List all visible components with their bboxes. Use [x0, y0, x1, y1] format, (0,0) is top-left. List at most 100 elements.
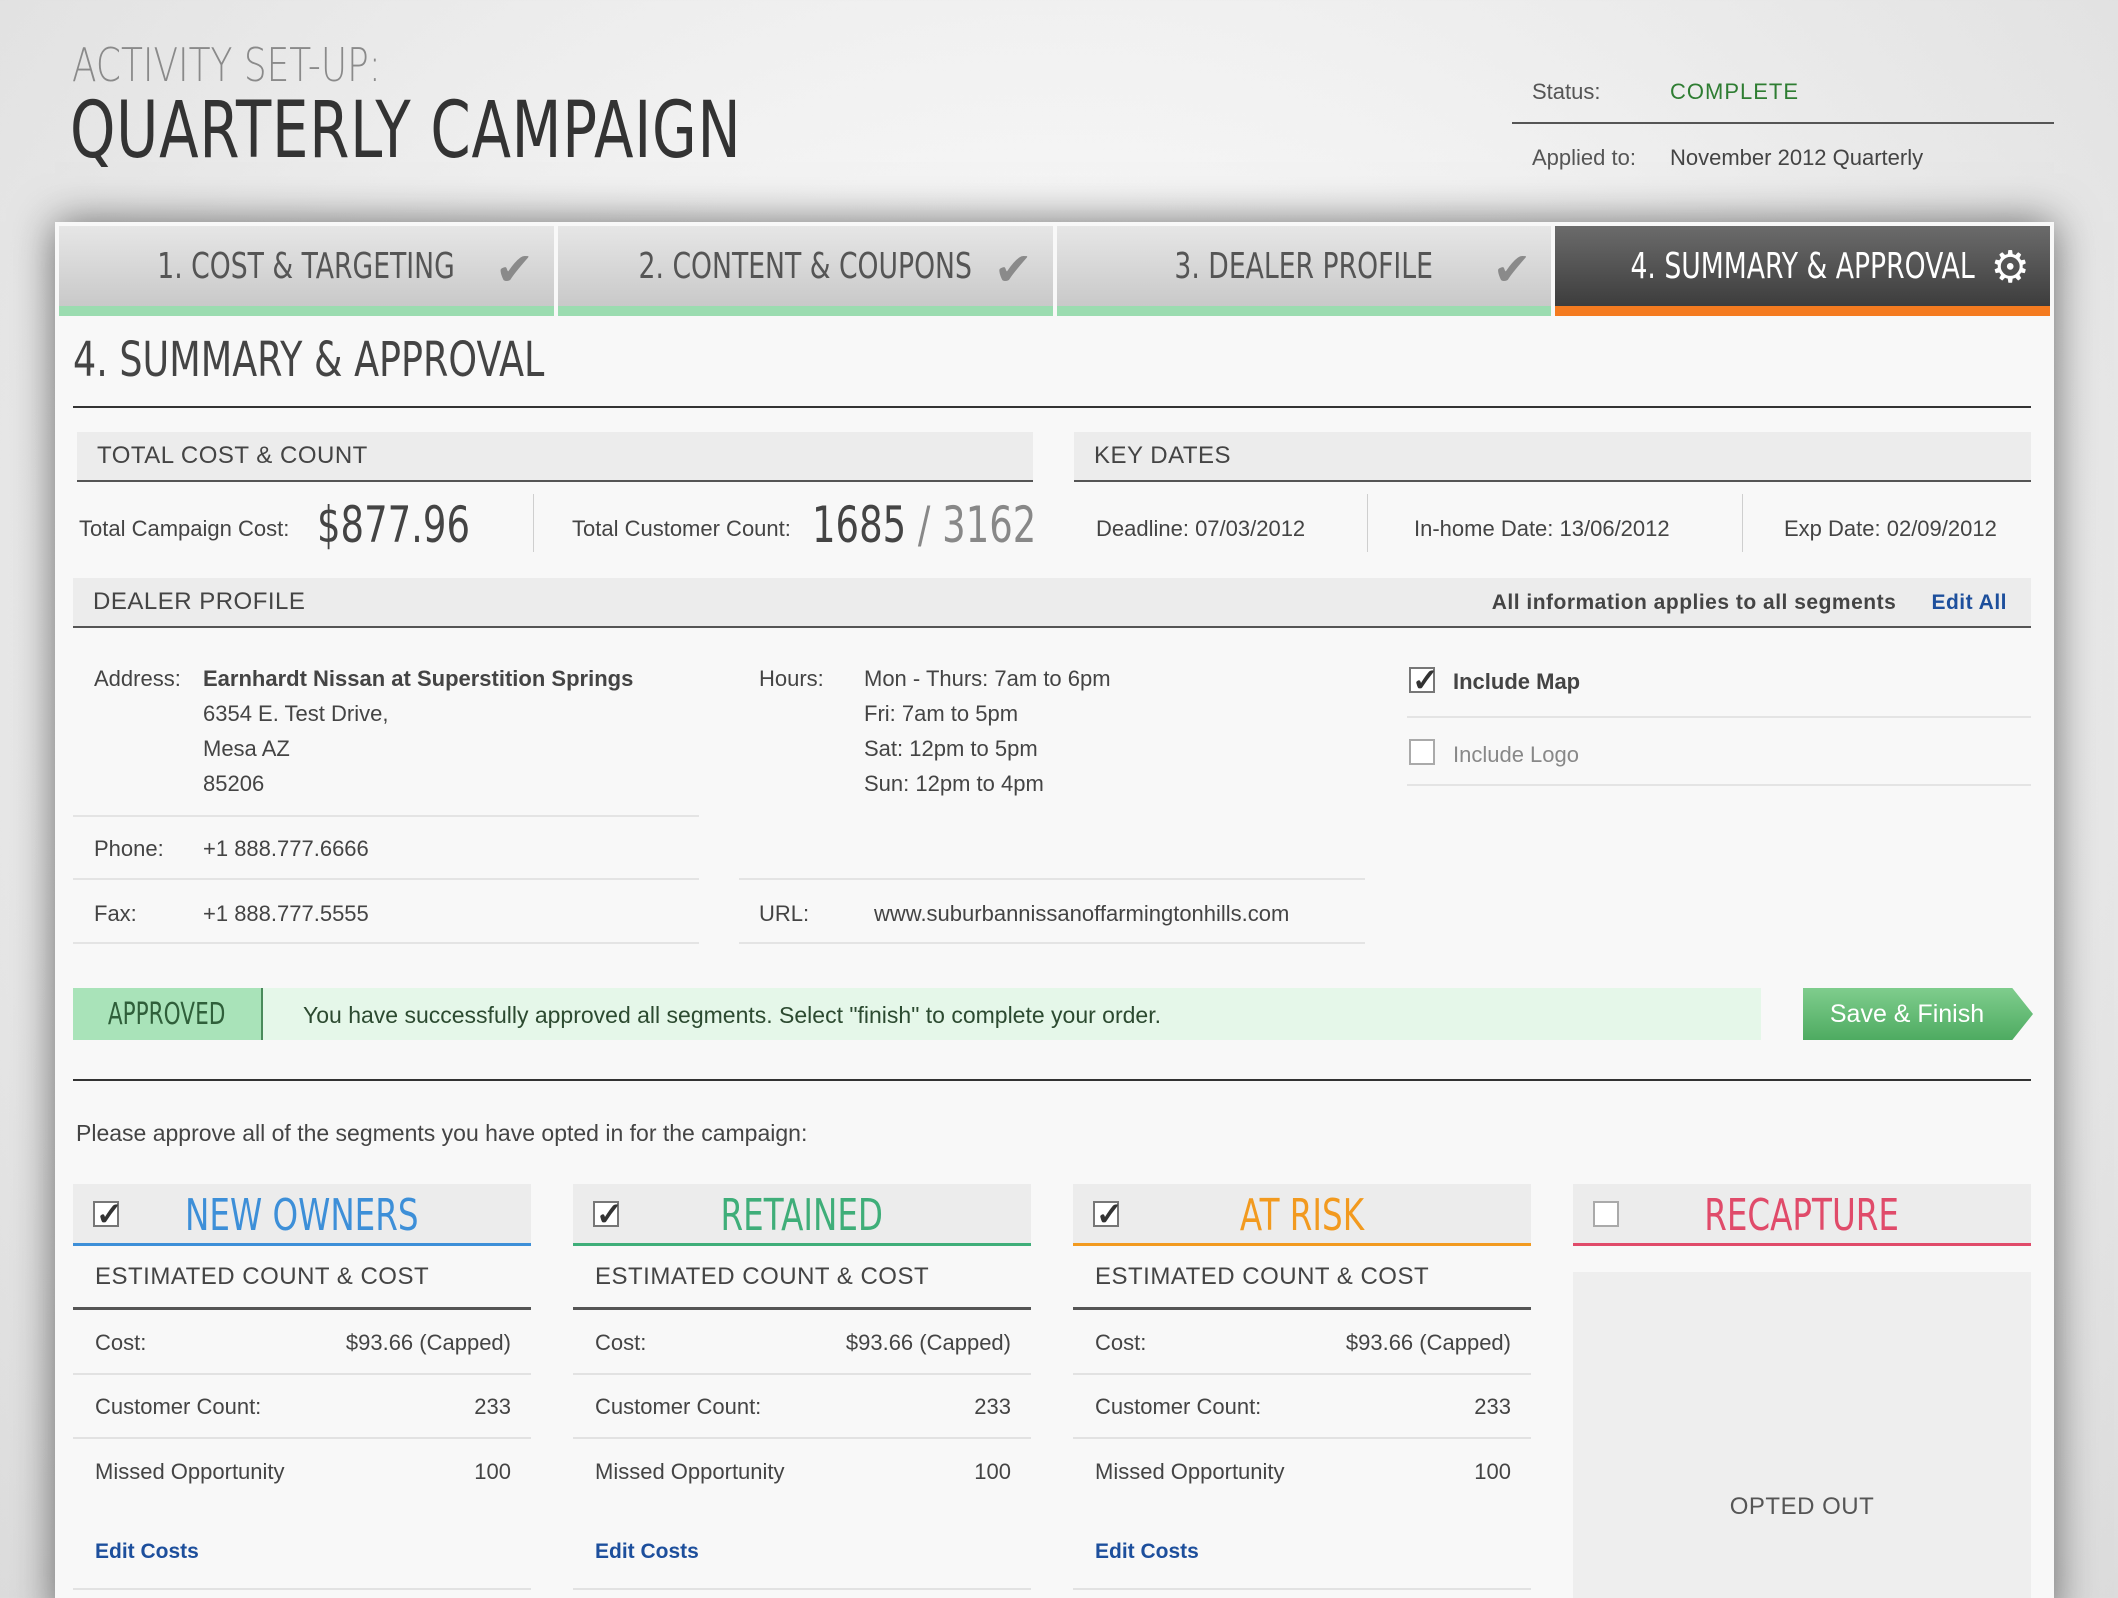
segment-title-text: RECAPTURE	[1704, 1190, 1900, 1241]
include-map-label: Include Map	[1453, 669, 1581, 694]
dealer-profile-actions: All information applies to all segments …	[1492, 588, 2007, 616]
missed-label: Missed Opportunity	[1095, 1459, 1285, 1484]
approved-tag: APPROVED	[73, 988, 263, 1040]
save-finish-button[interactable]: Save & Finish	[1803, 988, 2033, 1040]
status-divider	[1512, 122, 2054, 124]
segment-title-text: NEW OWNERS	[185, 1190, 419, 1241]
fax-value: +1 888.777.5555	[203, 901, 369, 926]
segment-title: NEW OWNERS	[73, 1190, 531, 1241]
tab-dealer-profile[interactable]: 3. DEALER PROFILE ✔	[1056, 226, 1552, 316]
segment-subheading: ESTIMATED COUNT & COST	[73, 1246, 531, 1310]
applied-value: November 2012 Quarterly	[1670, 145, 1924, 170]
date-divider	[1742, 494, 1743, 552]
segment-count-row: Customer Count: 233	[573, 1377, 1031, 1439]
status-label: Status:	[1532, 79, 1601, 104]
count-label: Customer Count:	[595, 1394, 762, 1419]
missed-label: Missed Opportunity	[595, 1459, 785, 1484]
missed-label: Missed Opportunity	[95, 1459, 285, 1484]
segment-bottom-rule	[73, 1588, 531, 1590]
cost-value: $93.66 (Capped)	[1345, 1330, 1511, 1355]
hours-line: Sat: 12pm to 5pm	[864, 736, 1038, 761]
approved-banner: APPROVED You have successfully approved …	[73, 988, 1761, 1040]
tab-summary-approval[interactable]: 4. SUMMARY & APPROVAL ⚙	[1555, 226, 2050, 316]
cost-value: $93.66 (Capped)	[845, 1330, 1011, 1355]
segments-intro: Please approve all of the segments you h…	[76, 1120, 808, 1146]
row-divider	[739, 942, 1365, 944]
missed-value: 100	[1474, 1459, 1511, 1484]
address-line: 6354 E. Test Drive,	[203, 701, 389, 726]
activity-setup-label: ACTIVITY SET-UP:	[72, 38, 381, 92]
campaign-cost-value: $877.96	[317, 496, 471, 554]
key-dates-heading: KEY DATES	[1074, 432, 2031, 482]
tab-label: 3. DEALER PROFILE	[1174, 245, 1434, 287]
url-label: URL:	[759, 901, 810, 926]
customer-count-separator: /	[917, 496, 931, 554]
tab-label: 1. COST & TARGETING	[157, 245, 456, 287]
row-divider	[1407, 716, 2031, 718]
date-divider	[1367, 494, 1368, 552]
tab-content-coupons[interactable]: 2. CONTENT & COUPONS ✔	[557, 226, 1053, 316]
save-finish-label: Save & Finish	[1829, 999, 1985, 1028]
row-divider	[73, 942, 699, 944]
count-label: Customer Count:	[95, 1394, 262, 1419]
key-dates-heading-text: KEY DATES	[1094, 442, 1231, 469]
total-cost-heading-text: TOTAL COST & COUNT	[97, 442, 368, 469]
check-icon: ✔	[993, 243, 1033, 295]
row-divider	[73, 878, 699, 880]
address-line: Mesa AZ	[203, 736, 290, 761]
count-value: 233	[474, 1394, 511, 1419]
address-label: Address:	[94, 666, 181, 691]
segment-count-row: Customer Count: 233	[73, 1377, 531, 1439]
applied-label: Applied to:	[1532, 145, 1636, 170]
segment-new-owners: NEW OWNERS ESTIMATED COUNT & COST Cost: $…	[73, 1184, 531, 1598]
count-value: 233	[1474, 1394, 1511, 1419]
edit-costs-link[interactable]: Edit Costs	[95, 1540, 199, 1564]
tab-cost-targeting[interactable]: 1. COST & TARGETING ✔	[59, 226, 554, 316]
section-title: 4. SUMMARY & APPROVAL	[73, 332, 545, 388]
cost-divider	[533, 494, 534, 552]
dealer-profile-note: All information applies to all segments	[1491, 591, 1897, 614]
section-divider	[73, 406, 2031, 408]
customer-count-value: 1685 / 3162	[812, 496, 1036, 554]
row-divider	[73, 815, 699, 817]
approval-divider	[73, 1079, 2031, 1081]
row-divider	[739, 878, 1365, 880]
status-row: Status: COMPLETE	[1512, 64, 2054, 120]
tab-label: 4. SUMMARY & APPROVAL	[1630, 245, 1975, 287]
status-box: Status: COMPLETE Applied to: November 20…	[1512, 64, 2054, 186]
segment-subheading: ESTIMATED COUNT & COST	[573, 1246, 1031, 1310]
hours-line: Fri: 7am to 5pm	[864, 701, 1019, 726]
segment-header: AT RISK	[1073, 1184, 1531, 1246]
cost-label: Cost:	[595, 1330, 647, 1355]
edit-all-link[interactable]: Edit All	[1931, 591, 2007, 614]
total-cost-heading: TOTAL COST & COUNT	[77, 432, 1033, 482]
segment-count-row: Customer Count: 233	[1073, 1377, 1531, 1439]
edit-costs-link[interactable]: Edit Costs	[595, 1540, 699, 1564]
include-logo-checkbox[interactable]	[1409, 739, 1435, 765]
cost-label: Cost:	[95, 1330, 147, 1355]
row-divider	[1407, 784, 2031, 786]
segment-header: RETAINED	[573, 1184, 1031, 1246]
segment-subheading: ESTIMATED COUNT & COST	[1073, 1246, 1531, 1310]
approved-tag-text: APPROVED	[108, 996, 226, 1032]
url-value[interactable]: www.suburbannissanoffarmingtonhills.com	[874, 901, 1289, 927]
segment-missed-row: Missed Opportunity 100	[73, 1441, 531, 1503]
dealer-profile-heading: DEALER PROFILE All information applies t…	[73, 578, 2031, 628]
hours-line: Mon - Thurs: 7am to 6pm	[864, 666, 1111, 691]
count-value: 233	[974, 1394, 1011, 1419]
segment-cost-row: Cost: $93.66 (Capped)	[1073, 1313, 1531, 1375]
edit-costs-link[interactable]: Edit Costs	[1095, 1540, 1199, 1564]
opted-out-text: OPTED OUT	[1729, 1493, 1875, 1520]
include-map-checkbox[interactable]	[1409, 661, 1439, 699]
phone-value: +1 888.777.6666	[203, 836, 369, 861]
step-tabs: 1. COST & TARGETING ✔ 2. CONTENT & COUPO…	[59, 226, 2050, 316]
segment-header: NEW OWNERS	[73, 1184, 531, 1246]
hours-label: Hours:	[759, 666, 824, 691]
segment-cost-row: Cost: $93.66 (Capped)	[73, 1313, 531, 1375]
cost-value: $93.66 (Capped)	[345, 1330, 511, 1355]
gear-icon: ⚙	[1990, 243, 2030, 292]
hours-line: Sun: 12pm to 4pm	[864, 771, 1044, 796]
missed-value: 100	[474, 1459, 511, 1484]
opted-out-panel: OPTED OUT	[1573, 1272, 2031, 1598]
in-home-date: In-home Date: 13/06/2012	[1414, 516, 1670, 541]
